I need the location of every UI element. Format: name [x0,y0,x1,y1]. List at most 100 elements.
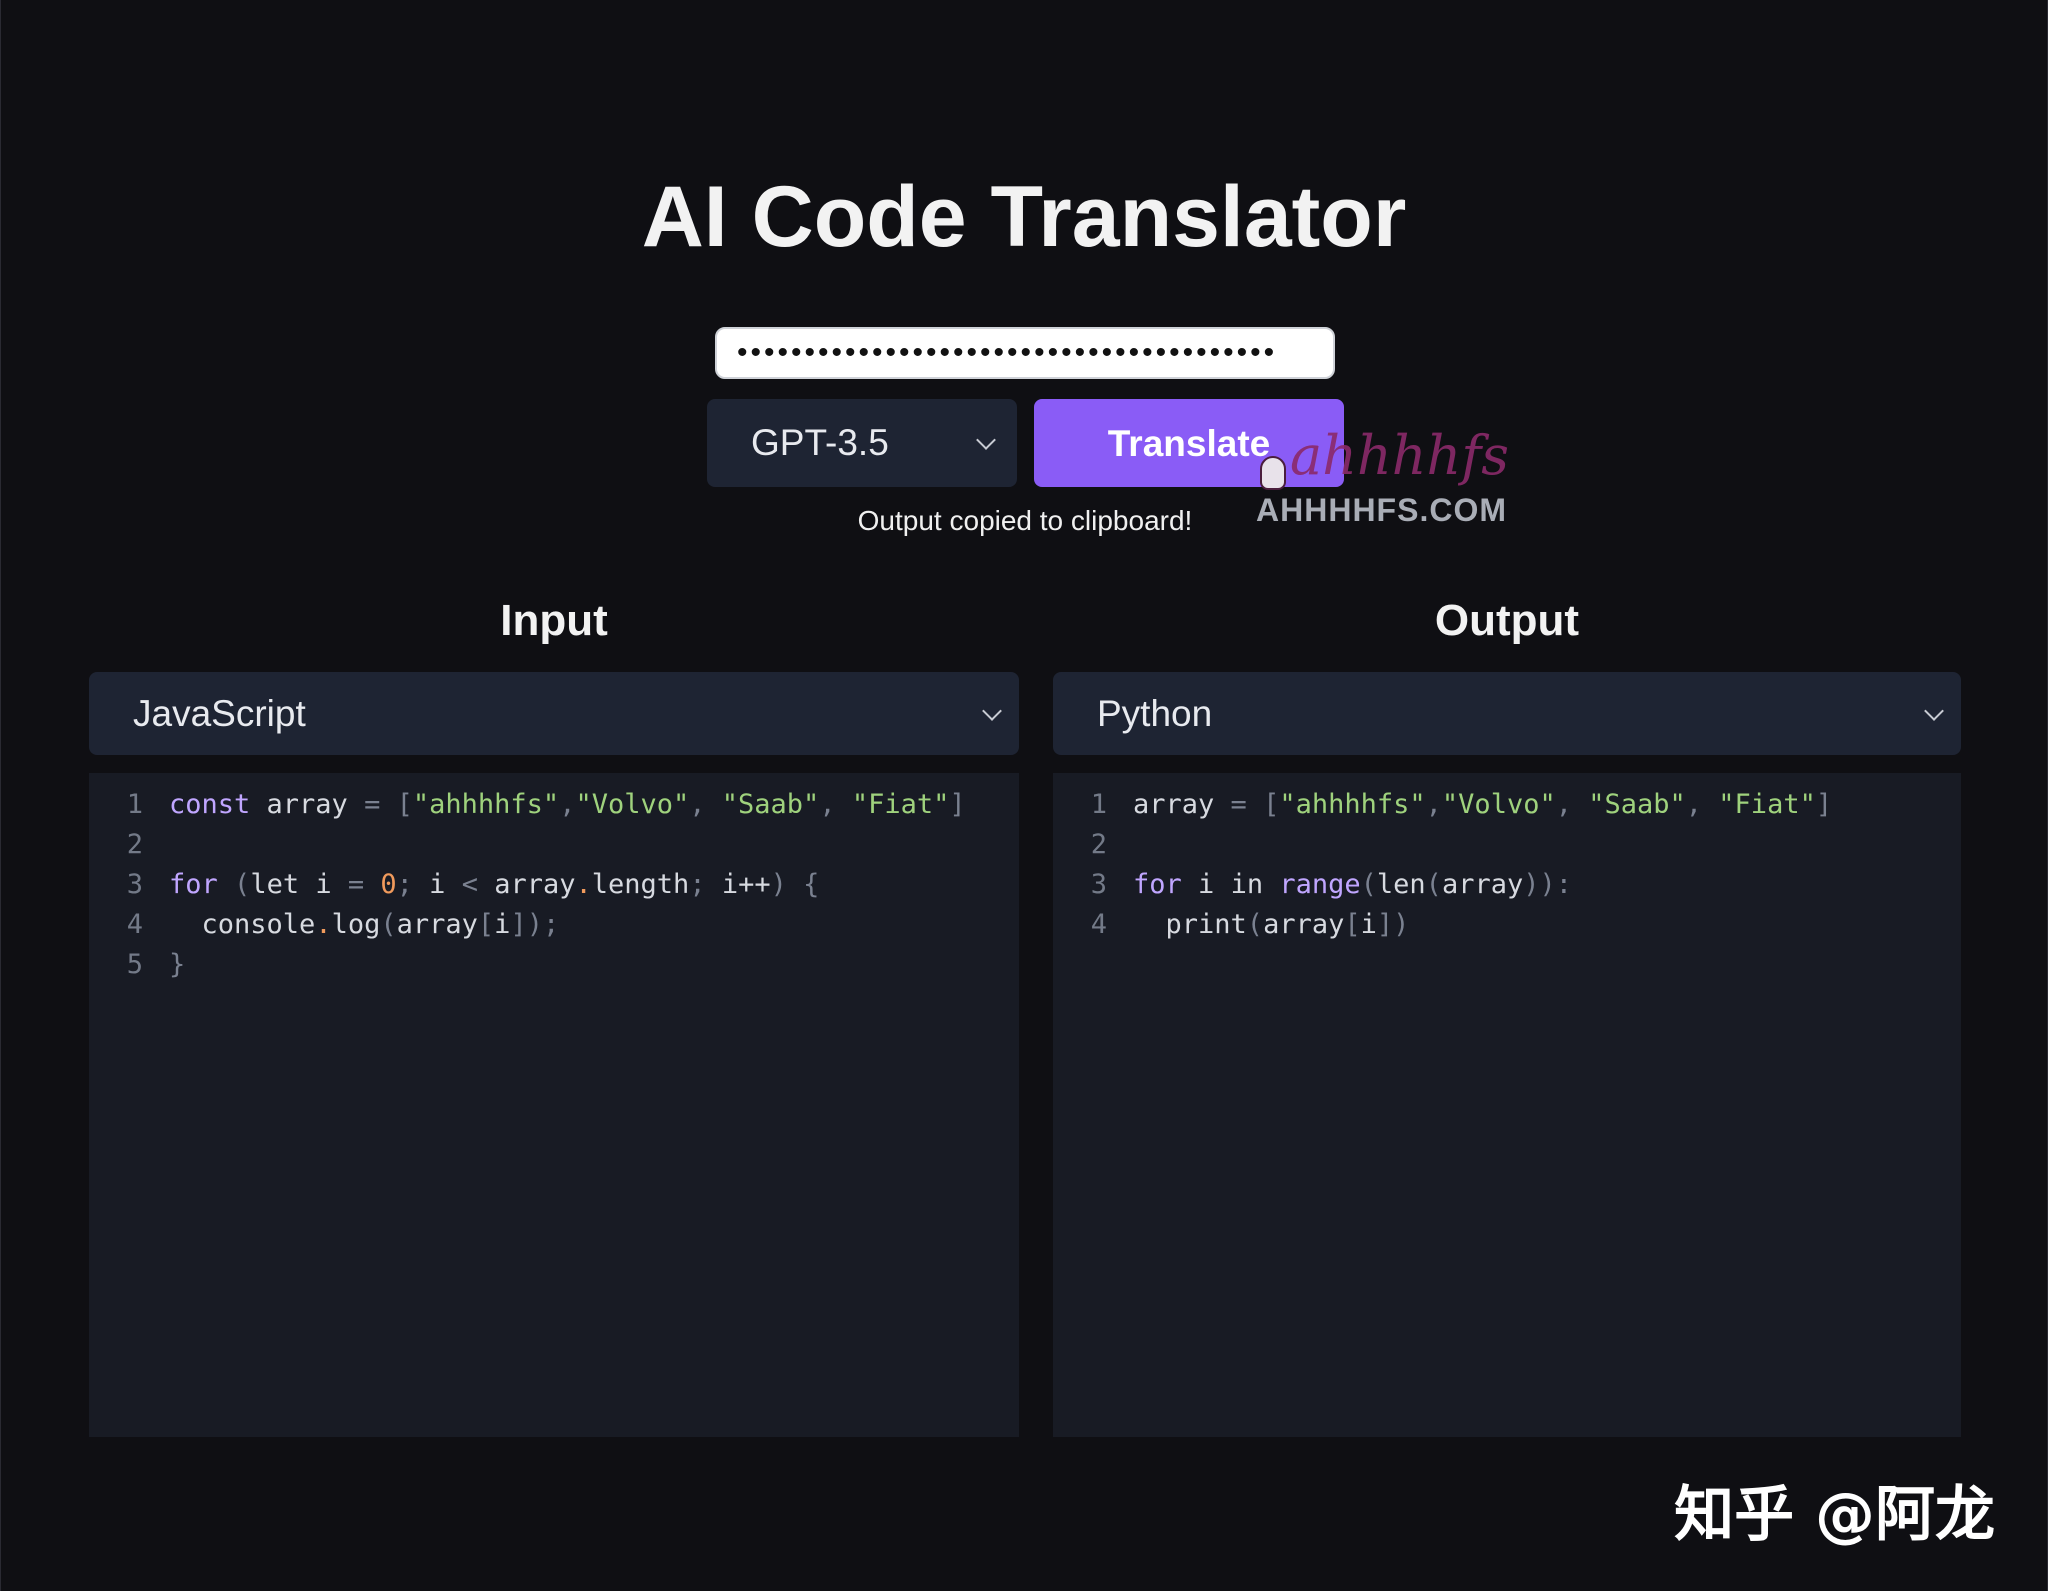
watermark-url: AHHHHFS.COM [1256,492,1507,528]
code-token: array [1133,789,1231,820]
code-token: [ [477,909,495,940]
page-title: AI Code Translator [641,169,1407,265]
code-token: for [1133,869,1182,900]
output-code-editor[interactable]: 1 array = ["ahhhhfs","Volvo", "Saab", "Fi… [1053,773,1961,1437]
code-line: 3 for (let i = 0; i < array.length; i++) … [89,865,1019,905]
site-watermark: ahhhhfs AHHHHFS.COM [1256,424,1536,542]
code-token: in [1230,869,1264,900]
line-number: 5 [126,949,143,980]
code-text: for (let i = 0; i < array.length; i++) { [169,865,819,905]
line-number: 4 [126,909,143,940]
code-token: ( [1360,869,1377,900]
output-label: Output [1434,596,1580,645]
chevron-down-icon [982,701,1002,721]
code-token: i++ [705,869,771,900]
code-line: 2 [1053,825,1961,865]
code-token: ) [526,909,543,940]
code-token: = [364,789,381,820]
code-token: ) [1539,869,1556,900]
code-token: = [1230,789,1247,820]
code-token: [ [1263,789,1280,820]
code-token: const [169,789,251,820]
code-token: console [169,909,316,940]
chevron-down-icon [976,430,996,450]
code-token: ) [1523,869,1540,900]
line-number: 2 [126,829,143,860]
code-token: ] [1815,789,1833,820]
code-token: "Saab" [1588,789,1686,820]
code-token: } [169,949,186,980]
chevron-down-icon [1924,701,1944,721]
code-token: array [396,909,478,940]
code-line: 5} [89,945,1019,985]
code-token: ( [380,909,397,940]
input-code-editor[interactable]: 1 const array = ["ahhhhfs","Volvo", "Saab… [89,773,1019,1437]
code-token: "ahhhhfs" [1279,789,1426,820]
code-token: . [315,909,332,940]
code-line: 3 for i in range(len(array)): [1053,865,1961,905]
code-token: "Fiat" [851,789,950,820]
code-token: { [786,869,820,900]
line-number: 3 [126,869,143,900]
code-token: i [1181,869,1231,900]
code-token: array [1441,869,1524,900]
code-token: "Fiat" [1718,789,1816,820]
code-token: < [461,869,478,900]
output-language-value: Python [1097,693,1213,734]
code-text: for i in range(len(array)): [1133,865,1572,905]
code-token: [ [1344,909,1361,940]
code-token: ; [396,869,413,900]
status-message: Output copied to clipboard! [857,505,1193,536]
line-number: 1 [126,789,143,820]
code-token: i [1360,909,1377,940]
code-token: length [591,869,690,900]
code-token: ] [510,909,527,940]
code-token: [ [396,789,413,820]
output-language-select[interactable]: Python [1053,672,1961,755]
code-token: ( [234,869,251,900]
code-token: = [347,869,365,900]
code-token: "ahhhhfs" [412,789,560,820]
code-token: for [169,869,218,900]
code-token: : [1555,869,1573,900]
code-text: } [169,945,185,985]
code-line: 1 const array = ["ahhhhfs","Volvo", "Saab… [89,785,1019,825]
code-token: , [1555,789,1589,820]
code-token: , [1685,789,1719,820]
code-token: . [575,869,592,900]
watermark-script-text: ahhhhfs [1290,424,1510,487]
code-token: , [819,789,852,820]
model-select[interactable]: GPT-3.5 [707,399,1017,487]
code-text: const array = ["ahhhhfs","Volvo", "Saab"… [169,785,966,825]
line-number: 2 [1090,829,1107,860]
code-text: print(array[i]) [1133,905,1410,945]
line-number: 1 [1090,789,1107,820]
mascot-icon [1260,456,1286,490]
footer-watermark: 知乎 @阿龙 [1674,1480,1995,1550]
code-token: "Volvo" [1441,789,1556,820]
input-language-select[interactable]: JavaScript [89,672,1019,755]
code-line: 2 [89,825,1019,865]
api-key-input[interactable]: •••••••••••••••••••••••••••••••••••••••• [715,327,1335,379]
code-token: "Volvo" [575,789,690,820]
code-token: array [1263,909,1345,940]
code-token: "Saab" [721,789,820,820]
line-number: 3 [1090,869,1107,900]
code-token: ; [542,909,560,940]
code-line: 4 console.log(array[i]); [89,905,1019,945]
input-label: Input [500,596,608,645]
code-token: ) [1393,909,1410,940]
code-line: 4 print(array[i]) [1053,905,1961,945]
code-token: array [250,789,365,820]
code-token: i [412,869,462,900]
line-number: 4 [1090,909,1107,940]
code-token: array [477,869,576,900]
code-token: len [1376,869,1426,900]
model-select-value: GPT-3.5 [751,422,889,463]
code-text: console.log(array[i]); [169,905,560,945]
